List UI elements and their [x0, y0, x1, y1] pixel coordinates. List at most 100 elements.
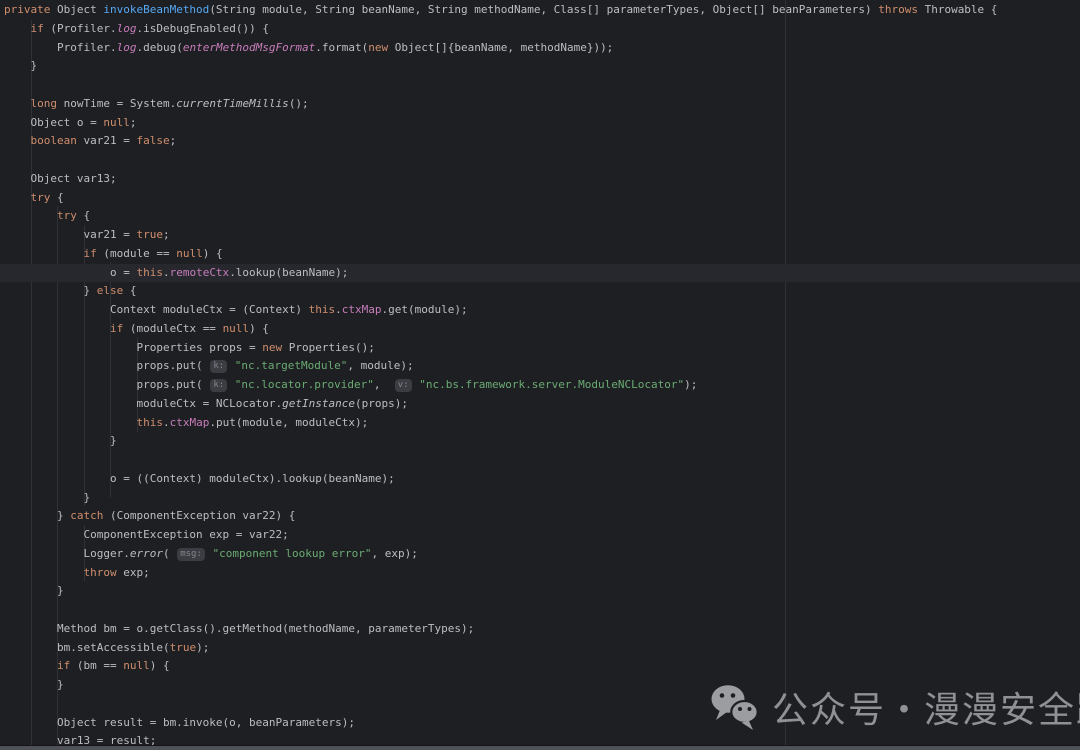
- code-line[interactable]: [4, 76, 1080, 95]
- code-line[interactable]: private Object invokeBeanMethod(String m…: [4, 1, 1080, 20]
- code-line[interactable]: throw exp;: [4, 564, 1080, 583]
- code-line[interactable]: Context moduleCtx = (Context) this.ctxMa…: [4, 301, 1080, 320]
- code-area[interactable]: private Object invokeBeanMethod(String m…: [0, 0, 1080, 750]
- code-token-txt: nowTime = System.: [57, 97, 176, 110]
- code-token-txt: o = ((Context) moduleCtx).lookup(beanNam…: [4, 472, 395, 485]
- code-token-txt: (moduleCtx ==: [123, 322, 222, 335]
- code-token-txt: {: [77, 209, 90, 222]
- code-line[interactable]: this.ctxMap.put(module, moduleCtx);: [4, 414, 1080, 433]
- code-token-hint: v:: [395, 379, 412, 392]
- wechat-icon: [710, 682, 760, 732]
- code-token-kw: long: [31, 97, 58, 110]
- code-line[interactable]: Profiler.log.debug(enterMethodMsgFormat.…: [4, 39, 1080, 58]
- code-token-txt: (ComponentException var22) {: [103, 509, 295, 522]
- code-line[interactable]: var21 = true;: [4, 226, 1080, 245]
- code-line[interactable]: boolean var21 = false;: [4, 132, 1080, 151]
- code-token-kw: catch: [70, 509, 103, 522]
- code-line[interactable]: ComponentException exp = var22;: [4, 526, 1080, 545]
- code-token-txt: ;: [130, 116, 137, 129]
- code-token-txt: Properties props =: [4, 341, 262, 354]
- code-line[interactable]: [4, 451, 1080, 470]
- code-line[interactable]: props.put( k: "nc.locator.provider", v: …: [4, 376, 1080, 395]
- code-token-txt: var21 =: [4, 228, 136, 241]
- code-token-txt: .format(: [315, 41, 368, 54]
- code-line[interactable]: if (moduleCtx == null) {: [4, 320, 1080, 339]
- code-line[interactable]: try {: [4, 207, 1080, 226]
- code-token-txt: var21 =: [77, 134, 137, 147]
- code-line[interactable]: }: [4, 57, 1080, 76]
- code-token-txt: .: [163, 266, 170, 279]
- code-token-kw: else: [97, 284, 124, 297]
- code-token-kw: null: [123, 659, 150, 672]
- code-token-txt: bm.setAccessible(: [4, 641, 170, 654]
- code-token-txt: (module ==: [97, 247, 176, 260]
- code-token-txt: [4, 322, 110, 335]
- code-token-txt: [4, 191, 31, 204]
- code-line[interactable]: if (Profiler.log.isDebugEnabled()) {: [4, 20, 1080, 39]
- code-line[interactable]: o = ((Context) moduleCtx).lookup(beanNam…: [4, 470, 1080, 489]
- code-line[interactable]: Properties props = new Properties();: [4, 339, 1080, 358]
- code-token-field: ctxMap: [342, 303, 382, 316]
- code-token-txt: Logger.: [4, 547, 130, 560]
- code-line[interactable]: } else {: [4, 282, 1080, 301]
- code-token-txt: props.put(: [4, 359, 209, 372]
- code-token-txt: props.put(: [4, 378, 209, 391]
- code-line[interactable]: Method bm = o.getClass().getMethod(metho…: [4, 620, 1080, 639]
- code-token-txt: [4, 416, 136, 429]
- code-token-kw: this: [136, 266, 163, 279]
- code-token-kw: false: [136, 134, 169, 147]
- code-line[interactable]: }: [4, 489, 1080, 508]
- ide-editor-window: private Object invokeBeanMethod(String m…: [0, 0, 1080, 750]
- code-line[interactable]: Object var13;: [4, 170, 1080, 189]
- code-token-txt: {: [123, 284, 136, 297]
- code-token-txt: [4, 97, 31, 110]
- code-line[interactable]: } catch (ComponentException var22) {: [4, 507, 1080, 526]
- code-token-txt: [4, 134, 31, 147]
- code-token-txt: (bm ==: [70, 659, 123, 672]
- code-token-txt: {: [50, 191, 63, 204]
- code-line[interactable]: try {: [4, 189, 1080, 208]
- code-token-txt: Throwable {: [918, 3, 997, 16]
- code-token-txt: Object result = bm.invoke(o, beanParamet…: [4, 716, 355, 729]
- code-token-txt: (Profiler.: [44, 22, 117, 35]
- code-token-kw: if: [110, 322, 123, 335]
- code-line[interactable]: }: [4, 432, 1080, 451]
- code-token-kw: if: [57, 659, 70, 672]
- code-token-txt: Method bm = o.getClass().getMethod(metho…: [4, 622, 474, 635]
- code-token-txt: [4, 659, 57, 672]
- code-token-txt: [4, 209, 57, 222]
- code-token-sfield: log: [117, 22, 137, 35]
- code-token-kw: if: [31, 22, 44, 35]
- code-token-txt: [228, 359, 235, 372]
- code-line[interactable]: long nowTime = System.currentTimeMillis(…: [4, 95, 1080, 114]
- code-line[interactable]: Logger.error( msg: "component lookup err…: [4, 545, 1080, 564]
- code-token-hint: msg:: [177, 548, 205, 561]
- code-token-txt: ();: [289, 97, 309, 110]
- code-token-txt: (props);: [355, 397, 408, 410]
- code-line[interactable]: if (module == null) {: [4, 245, 1080, 264]
- code-token-smethod: error: [130, 547, 163, 560]
- code-line[interactable]: Object o = null;: [4, 114, 1080, 133]
- code-line[interactable]: [4, 601, 1080, 620]
- code-token-txt: [4, 566, 83, 579]
- code-token-txt: [206, 547, 213, 560]
- code-token-hint: k:: [210, 379, 227, 392]
- code-token-kw: this: [309, 303, 336, 316]
- code-line[interactable]: moduleCtx = NCLocator.getInstance(props)…: [4, 395, 1080, 414]
- code-line[interactable]: props.put( k: "nc.targetModule", module)…: [4, 357, 1080, 376]
- code-token-str: "nc.targetModule": [235, 359, 348, 372]
- code-token-txt: .lookup(beanName);: [229, 266, 348, 279]
- code-line[interactable]: if (bm == null) {: [4, 657, 1080, 676]
- code-token-kw: new: [262, 341, 282, 354]
- code-token-kw: null: [176, 247, 203, 260]
- code-line[interactable]: }: [4, 582, 1080, 601]
- code-token-txt: o =: [4, 266, 136, 279]
- code-line-current[interactable]: o = this.remoteCtx.lookup(beanName);: [0, 264, 1080, 283]
- code-token-decl: invokeBeanMethod: [103, 3, 209, 16]
- code-line[interactable]: bm.setAccessible(true);: [4, 639, 1080, 658]
- code-token-txt: ) {: [150, 659, 170, 672]
- code-token-txt: Profiler.: [4, 41, 117, 54]
- code-token-txt: [228, 378, 235, 391]
- code-line[interactable]: [4, 151, 1080, 170]
- code-token-txt: }: [4, 584, 64, 597]
